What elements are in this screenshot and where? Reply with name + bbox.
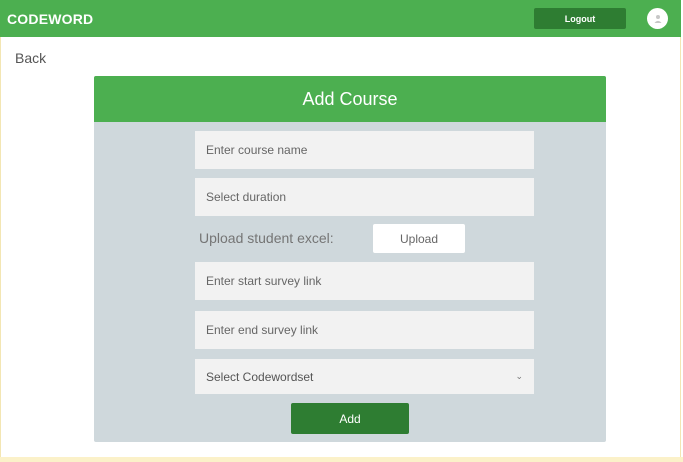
form-title-text: Add Course: [302, 88, 398, 109]
bottom-strip: [0, 457, 683, 462]
brand-logo: CODEWORD: [7, 11, 94, 27]
end-survey-link-input[interactable]: [195, 311, 534, 349]
add-course-form: Add Course Upload student excel: Upload …: [94, 76, 606, 442]
chevron-down-icon: ⌄: [515, 371, 523, 381]
logout-button[interactable]: Logout: [534, 8, 626, 29]
form-title: Add Course: [94, 76, 606, 122]
duration-input[interactable]: [195, 178, 534, 216]
start-survey-link-input[interactable]: [195, 262, 534, 300]
add-button[interactable]: Add: [291, 403, 409, 434]
course-name-input[interactable]: [195, 131, 534, 169]
codewordset-select[interactable]: Select Codewordset ⌄: [195, 359, 534, 394]
upload-button[interactable]: Upload: [373, 224, 465, 253]
upload-label: Upload student excel:: [199, 230, 334, 246]
navbar: CODEWORD Logout: [0, 0, 681, 37]
back-link[interactable]: Back: [15, 50, 46, 66]
user-avatar-icon[interactable]: [647, 8, 668, 29]
user-icon: [654, 14, 661, 23]
codewordset-select-value: Select Codewordset: [206, 369, 314, 384]
